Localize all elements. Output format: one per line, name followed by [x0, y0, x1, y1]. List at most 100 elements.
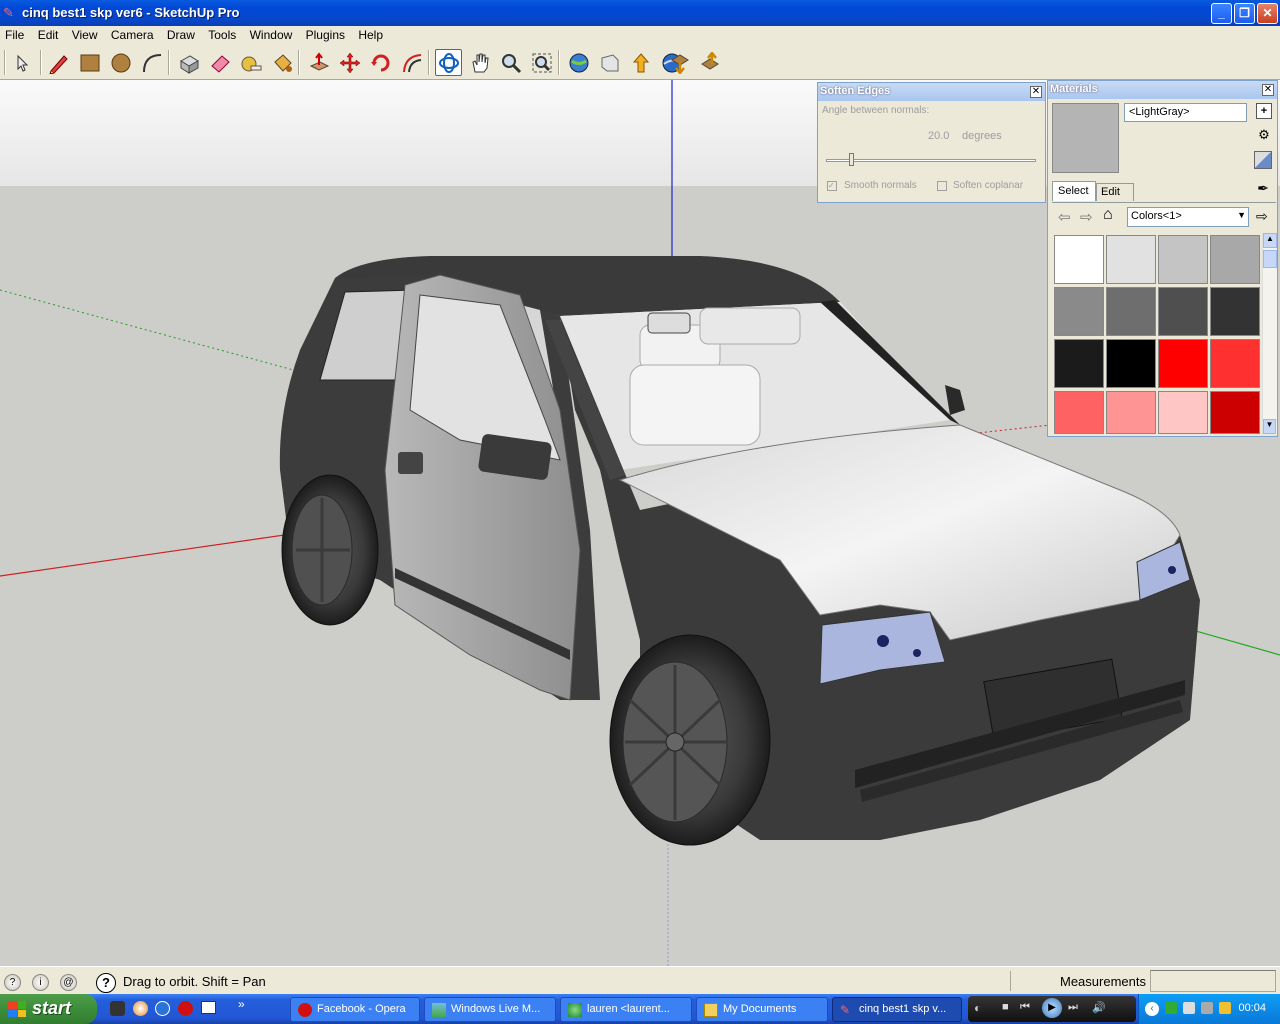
- material-name-field[interactable]: <LightGray>: [1124, 103, 1247, 122]
- back-icon[interactable]: ⇦: [1058, 208, 1071, 226]
- select-icon[interactable]: [8, 49, 35, 76]
- arc-icon[interactable]: [138, 49, 165, 76]
- swatch-scrollbar[interactable]: ▲ ▼: [1262, 233, 1277, 434]
- eraser-icon[interactable]: [206, 49, 233, 76]
- library-select[interactable]: Colors<1> ▼: [1127, 207, 1249, 227]
- quicklaunch-desktop-icon[interactable]: [201, 1001, 216, 1014]
- restore-button[interactable]: ❐: [1234, 3, 1255, 24]
- material-swatch[interactable]: [1106, 235, 1156, 284]
- move-icon[interactable]: [336, 49, 363, 76]
- previous-icon[interactable]: ⏮: [1020, 1001, 1030, 1014]
- materials-title[interactable]: Materials: [1048, 81, 1277, 99]
- share-model-icon[interactable]: [596, 49, 623, 76]
- get-models-icon[interactable]: [565, 49, 592, 76]
- help-icon[interactable]: ?: [96, 973, 116, 993]
- menu-edit[interactable]: Edit: [33, 26, 64, 42]
- measurements-field[interactable]: [1150, 970, 1276, 992]
- materials-close-icon[interactable]: ✕: [1262, 84, 1274, 96]
- quicklaunch-app-icon[interactable]: [110, 1001, 125, 1016]
- material-swatch[interactable]: [1106, 391, 1156, 434]
- quicklaunch-browser-icon[interactable]: [133, 1001, 148, 1016]
- menu-draw[interactable]: Draw: [162, 26, 200, 42]
- tab-edit[interactable]: Edit: [1096, 183, 1134, 201]
- material-swatch[interactable]: [1158, 391, 1208, 434]
- sample-paint-icon[interactable]: [1254, 151, 1272, 169]
- scroll-down-icon[interactable]: ▼: [1263, 419, 1276, 434]
- quicklaunch-more-icon[interactable]: »: [238, 997, 245, 1011]
- geo-location-icon[interactable]: ?: [4, 974, 21, 991]
- rectangle-icon[interactable]: [76, 49, 103, 76]
- menu-window[interactable]: Window: [245, 26, 298, 42]
- volume-icon[interactable]: 🔊: [1092, 1001, 1106, 1014]
- material-swatch[interactable]: [1054, 287, 1104, 336]
- pencil-icon[interactable]: [45, 49, 72, 76]
- material-swatch[interactable]: [1106, 339, 1156, 388]
- share-component-icon[interactable]: [627, 49, 654, 76]
- next-icon[interactable]: ⏭: [1068, 1001, 1078, 1014]
- material-swatch[interactable]: [1158, 339, 1208, 388]
- material-swatch[interactable]: [1106, 287, 1156, 336]
- orbit-icon[interactable]: [435, 49, 462, 76]
- tray-network-icon[interactable]: [1165, 1002, 1177, 1014]
- soften-edges-title[interactable]: Soften Edges: [818, 83, 1045, 101]
- modeling-viewport[interactable]: Soften Edges ✕ Angle between normals: 20…: [0, 80, 1280, 966]
- tray-security-icon[interactable]: [1219, 1002, 1231, 1014]
- tray-safely-remove-icon[interactable]: [1183, 1002, 1195, 1014]
- forward-icon[interactable]: ⇨: [1080, 208, 1093, 226]
- tray-collapse-icon[interactable]: ‹: [1145, 1002, 1159, 1016]
- menu-plugins[interactable]: Plugins: [301, 26, 350, 42]
- material-swatch[interactable]: [1210, 391, 1260, 434]
- zoom-extents-icon[interactable]: [528, 49, 555, 76]
- export-icon[interactable]: [696, 49, 723, 76]
- smooth-normals-checkbox[interactable]: ✓: [827, 181, 837, 191]
- menu-file[interactable]: File: [0, 26, 29, 42]
- material-swatch[interactable]: [1158, 287, 1208, 336]
- push-pull-icon[interactable]: [305, 49, 332, 76]
- start-button[interactable]: start: [0, 994, 97, 1024]
- soften-edges-close-icon[interactable]: ✕: [1030, 86, 1042, 98]
- media-options-icon[interactable]: ◐: [974, 1001, 981, 1015]
- task-messenger[interactable]: lauren <laurent...: [560, 997, 692, 1022]
- tab-select[interactable]: Select: [1052, 181, 1096, 201]
- material-swatch[interactable]: [1054, 391, 1104, 434]
- import-icon[interactable]: [666, 49, 693, 76]
- chevron-down-icon[interactable]: ▼: [1237, 210, 1246, 220]
- tape-measure-icon[interactable]: [237, 49, 264, 76]
- paint-bucket-icon[interactable]: [268, 49, 295, 76]
- stop-icon[interactable]: ■: [1002, 1001, 1009, 1013]
- credits-icon[interactable]: i: [32, 974, 49, 991]
- create-material-icon[interactable]: +: [1256, 103, 1272, 119]
- user-icon[interactable]: @: [60, 974, 77, 991]
- task-live-gallery[interactable]: Windows Live M...: [424, 997, 556, 1022]
- close-button[interactable]: ✕: [1257, 3, 1278, 24]
- task-opera[interactable]: Facebook - Opera: [290, 997, 420, 1022]
- material-swatch[interactable]: [1158, 235, 1208, 284]
- make-component-icon[interactable]: [175, 49, 202, 76]
- material-swatch[interactable]: [1210, 339, 1260, 388]
- soften-coplanar-checkbox[interactable]: [937, 181, 947, 191]
- minimize-button[interactable]: _: [1211, 3, 1232, 24]
- home-icon[interactable]: ⌂: [1103, 206, 1113, 224]
- material-swatch[interactable]: [1054, 235, 1104, 284]
- offset-icon[interactable]: [398, 49, 425, 76]
- menu-help[interactable]: Help: [353, 26, 388, 42]
- menu-camera[interactable]: Camera: [106, 26, 159, 42]
- tray-volume-icon[interactable]: [1201, 1002, 1213, 1014]
- details-arrow-icon[interactable]: ⇨: [1256, 208, 1268, 225]
- task-my-documents[interactable]: My Documents: [696, 997, 828, 1022]
- material-swatch[interactable]: [1210, 235, 1260, 284]
- scroll-up-icon[interactable]: ▲: [1263, 233, 1277, 248]
- rotate-icon[interactable]: [367, 49, 394, 76]
- scroll-thumb[interactable]: [1263, 250, 1277, 268]
- zoom-icon[interactable]: [497, 49, 524, 76]
- pan-icon[interactable]: [466, 49, 493, 76]
- task-sketchup[interactable]: ✎ cinq best1 skp v...: [832, 997, 962, 1022]
- material-swatch[interactable]: [1054, 339, 1104, 388]
- title-bar[interactable]: ✎ cinq best1 skp ver6 - SketchUp Pro _ ❐…: [0, 0, 1280, 26]
- menu-tools[interactable]: Tools: [203, 26, 241, 42]
- quicklaunch-ie-icon[interactable]: [155, 1001, 170, 1016]
- quicklaunch-opera-icon[interactable]: [178, 1001, 193, 1016]
- circle-icon[interactable]: [107, 49, 134, 76]
- menu-view[interactable]: View: [67, 26, 103, 42]
- play-icon[interactable]: ▶: [1042, 998, 1062, 1018]
